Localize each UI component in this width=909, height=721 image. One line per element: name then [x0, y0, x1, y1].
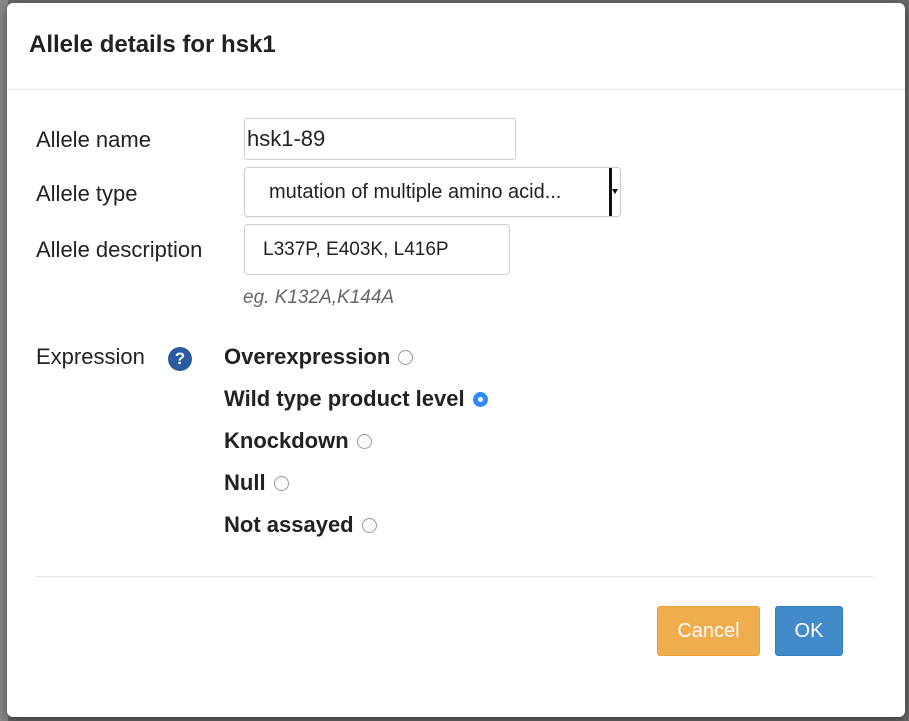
dialog-header: Allele details for hsk1 [7, 3, 905, 90]
cancel-button[interactable]: Cancel [657, 606, 760, 656]
expression-option-not-assayed[interactable]: Not assayed [224, 511, 377, 539]
radio-button[interactable] [273, 475, 289, 491]
expression-option-wild-type[interactable]: Wild type product level [224, 385, 488, 413]
expression-label: Expression [36, 344, 145, 369]
allele-description-input[interactable] [244, 224, 510, 275]
expression-option-label: Wild type product level [224, 386, 465, 411]
dialog-title: Allele details for hsk1 [29, 31, 276, 58]
expression-option-label: Overexpression [224, 344, 391, 369]
expression-option-label: Not assayed [224, 512, 354, 537]
expression-option-knockdown[interactable]: Knockdown [224, 427, 372, 455]
footer-divider [36, 576, 873, 577]
radio-button-selected[interactable] [472, 391, 488, 407]
allele-type-label: Allele type [36, 181, 138, 206]
radio-button[interactable] [398, 349, 414, 365]
radio-button[interactable] [361, 517, 377, 533]
allele-description-label: Allele description [36, 237, 203, 262]
expression-option-label: Knockdown [224, 428, 349, 453]
dropdown-arrow-icon [609, 168, 618, 216]
radio-button[interactable] [356, 433, 372, 449]
expression-option-overexpression[interactable]: Overexpression [224, 343, 414, 371]
ok-button[interactable]: OK [775, 606, 843, 656]
question-circle-icon[interactable]: ? [168, 347, 192, 371]
allele-details-dialog: Allele details for hsk1 Allele name Alle… [7, 3, 905, 717]
allele-description-hint: eg. K132A,K144A [243, 287, 395, 308]
allele-name-label: Allele name [36, 127, 151, 152]
expression-option-label: Null [224, 470, 266, 495]
allele-type-selected-value: mutation of multiple amino acid... [269, 181, 562, 203]
allele-type-select[interactable]: mutation of multiple amino acid... [244, 167, 621, 217]
expression-option-null[interactable]: Null [224, 469, 289, 497]
allele-name-input[interactable] [244, 118, 516, 160]
